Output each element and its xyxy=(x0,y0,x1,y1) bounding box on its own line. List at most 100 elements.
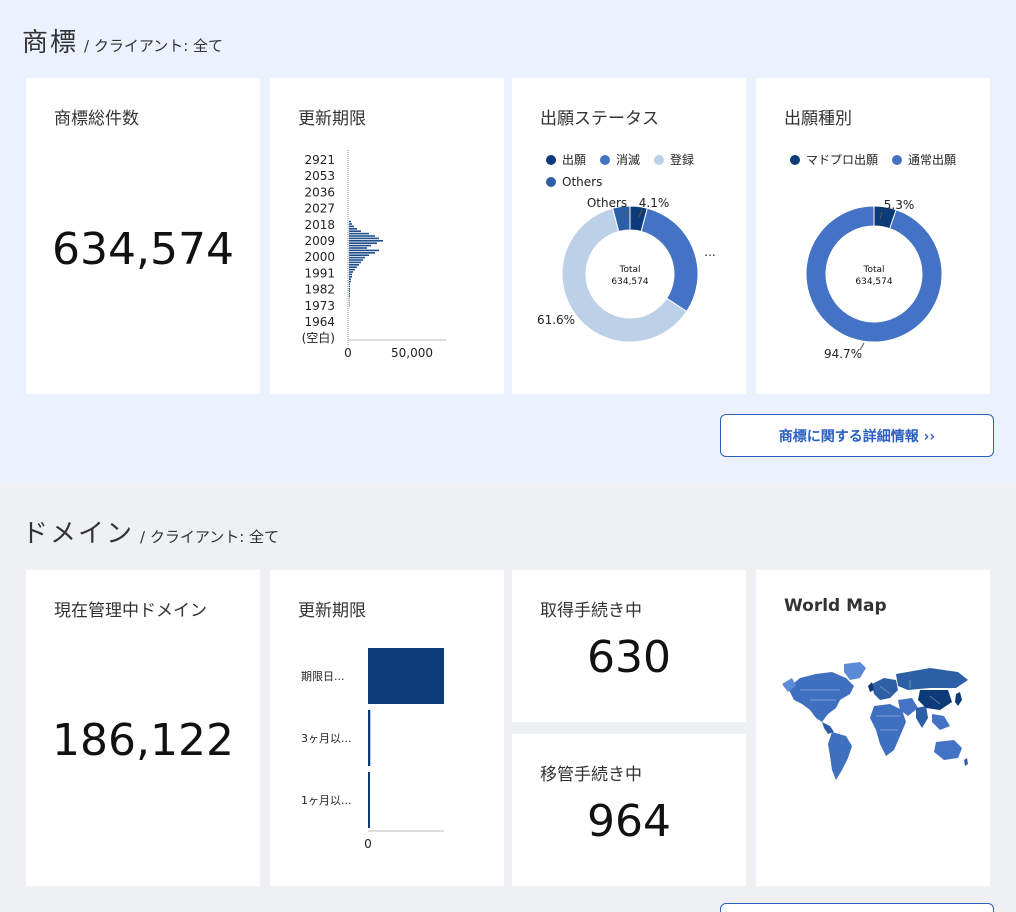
domain-acquiring-label: 取得手続き中 xyxy=(540,601,642,621)
trademark-type-card[interactable]: 出願種別 マドプロ出願 通常出願 Total 634,574 5.3% 94.7% xyxy=(756,78,990,394)
renewal-bar[interactable] xyxy=(349,285,350,288)
renewal-bar[interactable] xyxy=(349,252,375,254)
legend-label: マドプロ出願 xyxy=(806,153,879,167)
renewal-bar[interactable] xyxy=(349,237,379,240)
world-map-label: World Map xyxy=(784,596,887,616)
renewal-bar[interactable] xyxy=(349,225,354,228)
renewal-bar[interactable] xyxy=(349,283,350,285)
trademark-renewal-card[interactable]: 更新期限 2921 2053 2036 2027 2018 2009 2000 1991 198… xyxy=(270,78,504,394)
trademark-status-card[interactable]: 出願ステータス 出願 消滅 登録 Others Total 634,574 Others 4… xyxy=(512,78,746,394)
domain-world-map-card[interactable]: World Map xyxy=(756,570,990,886)
renewal-bar[interactable] xyxy=(349,254,369,256)
legend-dot-icon xyxy=(892,154,903,165)
renewal-bar[interactable] xyxy=(349,271,353,273)
renewal-bar[interactable] xyxy=(349,264,359,266)
renewal-bar[interactable] xyxy=(349,230,361,232)
donut-annotation: 94.7% xyxy=(824,347,862,361)
renewal-bar[interactable] xyxy=(349,240,383,242)
renewal-bar[interactable] xyxy=(349,220,351,223)
renewal-bar[interactable] xyxy=(349,256,365,259)
domain-renewal-bar[interactable] xyxy=(368,648,444,704)
legend-label: 通常出願 xyxy=(908,153,957,167)
renewal-bar[interactable] xyxy=(349,232,369,235)
trademark-total-card[interactable]: 商標総件数 634,574 xyxy=(26,78,260,394)
legend-item[interactable]: 通常出願 xyxy=(892,151,956,168)
renewal-bar[interactable] xyxy=(349,280,351,283)
trademark-section: 商標 / クライアント: 全て 商標総件数 634,574 更新期限 2921 2… xyxy=(0,0,1016,483)
renewal-bar[interactable] xyxy=(349,292,350,295)
renewal-year-label: 2921 xyxy=(304,153,335,167)
legend-dot-icon xyxy=(546,177,556,187)
trademark-type-donut[interactable]: Total 634,574 5.3% 94.7% xyxy=(756,190,990,390)
domain-transferring-card[interactable]: 移管手続き中 964 xyxy=(512,734,746,886)
renewal-bar[interactable] xyxy=(349,235,375,237)
domain-client-filter[interactable]: / クライアント: 全て xyxy=(140,526,279,547)
trademark-renewal-chart[interactable]: 2921 2053 2036 2027 2018 2009 2000 1991 1982 1973… xyxy=(270,148,504,388)
renewal-bar[interactable] xyxy=(349,223,352,225)
trademark-detail-button[interactable]: 商標に関する詳細情報 ›› xyxy=(720,414,994,457)
trademark-type-legend: マドプロ出願 通常出願 xyxy=(790,151,990,175)
renewal-bar[interactable] xyxy=(349,249,379,252)
legend-item[interactable]: マドプロ出願 xyxy=(790,151,878,168)
renewal-bar[interactable] xyxy=(349,266,357,268)
renewal-bar[interactable] xyxy=(349,261,361,264)
legend-label: 登録 xyxy=(670,153,695,167)
domain-managed-label: 現在管理中ドメイン xyxy=(54,601,207,621)
trademark-status-label: 出願ステータス xyxy=(540,109,659,129)
donut-slice[interactable] xyxy=(640,207,699,313)
domain-renewal-chart[interactable]: 期限日... 3ヶ月以... 1ヶ月以... 0 xyxy=(270,640,504,880)
domain-renewal-card[interactable]: 更新期限 期限日... 3ヶ月以... 1ヶ月以... 0 xyxy=(270,570,504,886)
legend-item[interactable]: 登録 xyxy=(654,151,694,168)
renewal-bar[interactable] xyxy=(349,288,350,290)
trademark-status-donut[interactable]: Total 634,574 Others 4.1%... 61.6% xyxy=(512,190,746,390)
domain-managed-card[interactable]: 現在管理中ドメイン 186,122 xyxy=(26,570,260,886)
world-map[interactable] xyxy=(780,660,970,790)
renewal-bar[interactable] xyxy=(349,273,352,276)
donut-center-label: Total xyxy=(862,265,884,275)
domain-acquiring-card[interactable]: 取得手続き中 630 xyxy=(512,570,746,722)
donut-annotation: ... xyxy=(704,245,715,259)
renewal-year-label: 2009 xyxy=(304,234,335,248)
domain-detail-button[interactable] xyxy=(720,903,994,912)
renewal-year-label: 1982 xyxy=(304,283,335,297)
donut-annotation: 61.6% xyxy=(537,313,575,327)
domain-renewal-bar[interactable] xyxy=(368,710,371,766)
map-southeast-asia xyxy=(932,714,950,730)
renewal-year-label: 2000 xyxy=(304,250,335,264)
legend-item[interactable]: 消滅 xyxy=(600,151,640,168)
trademark-total-label: 商標総件数 xyxy=(54,109,139,129)
renewal-bar[interactable] xyxy=(349,228,357,230)
donut-annotation: Others xyxy=(587,196,627,210)
renewal-bar[interactable] xyxy=(349,244,371,247)
domain-transferring-value: 964 xyxy=(587,796,671,847)
domain-renewal-bar[interactable] xyxy=(368,772,370,828)
renewal-bar[interactable] xyxy=(349,304,350,307)
renewal-bar[interactable] xyxy=(349,268,355,271)
legend-item[interactable]: 出願 xyxy=(546,151,586,168)
renewal-bar[interactable] xyxy=(349,276,352,278)
legend-item[interactable]: Others xyxy=(546,175,602,189)
renewal-bar[interactable] xyxy=(349,297,350,300)
renewal-year-label: 2027 xyxy=(304,202,335,216)
renewal-bar[interactable] xyxy=(349,290,350,292)
legend-label: Others xyxy=(562,175,603,189)
domain-title: ドメイン xyxy=(22,519,135,549)
donut-center-value: 634,574 xyxy=(611,277,648,287)
renewal-bar[interactable] xyxy=(349,247,367,249)
domain-renewal-label: 更新期限 xyxy=(298,601,366,621)
donut-center-label: Total xyxy=(618,265,640,275)
renewal-bar[interactable] xyxy=(349,302,350,304)
renewal-x-tick: 0 xyxy=(344,346,352,360)
renewal-bar[interactable] xyxy=(349,242,377,244)
renewal-bar[interactable] xyxy=(349,295,350,297)
renewal-year-label: 2053 xyxy=(304,169,335,183)
renewal-bar[interactable] xyxy=(349,300,350,302)
trademark-total-value: 634,574 xyxy=(52,224,234,275)
trademark-client-filter[interactable]: / クライアント: 全て xyxy=(84,35,223,56)
map-japan xyxy=(955,692,962,706)
map-greenland xyxy=(844,662,866,680)
donut-center-value: 634,574 xyxy=(855,277,892,287)
domain-transferring-label: 移管手続き中 xyxy=(540,765,642,785)
renewal-bar[interactable] xyxy=(349,259,363,261)
renewal-bar[interactable] xyxy=(349,278,351,280)
